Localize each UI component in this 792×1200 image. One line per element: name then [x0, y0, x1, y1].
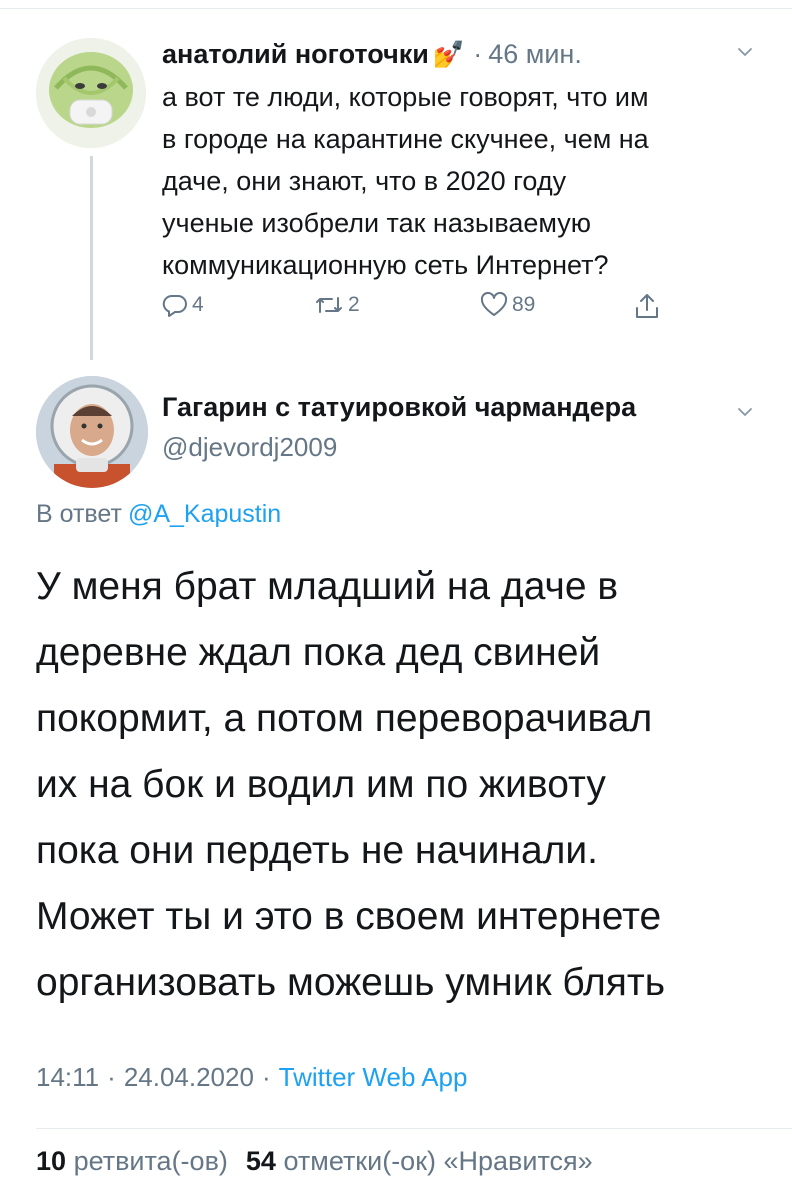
separator: · [107, 1062, 116, 1092]
author-handle[interactable]: @djevordj2009 [162, 432, 337, 463]
tweet-date: 24.04.2020 [123, 1062, 254, 1092]
reply-count: 4 [192, 293, 204, 316]
parent-tweet-text: а вот те люди, которые говорят, что им в… [162, 82, 649, 280]
likes-number: 54 [245, 1146, 276, 1176]
likes-stat[interactable]: 54 отметки(-ок) «Нравится» [246, 1146, 593, 1176]
chevron-down-icon[interactable] [737, 44, 753, 60]
retweet-count: 2 [348, 293, 360, 316]
author-name[interactable]: Гагарин с татуировкой чармандера [162, 392, 636, 423]
avatar[interactable] [36, 376, 148, 488]
parent-tweet-header: анатолий ноготочки 💅 · 46 мин. [162, 34, 582, 74]
share-button[interactable] [634, 292, 660, 320]
tweet-metadata: 14:11 · 24.04.2020 · Twitter Web App [36, 1062, 467, 1093]
like-count: 89 [512, 293, 536, 316]
likes-label: отметки(-ок) «Нравится» [283, 1146, 593, 1176]
like-icon [480, 292, 508, 318]
thread-line [90, 156, 93, 360]
divider [36, 1128, 792, 1129]
tweet-time: 14:11 [36, 1062, 100, 1092]
tweet-stats: 10 ретвита(-ов) 54 отметки(-ок) «Нравится… [36, 1146, 593, 1177]
like-button[interactable]: 89 [480, 292, 535, 318]
source-link[interactable]: Twitter Web App [279, 1062, 468, 1092]
retweets-number: 10 [36, 1146, 67, 1176]
reply-icon [162, 292, 188, 318]
avatar-cabbage-image [36, 38, 146, 148]
reply-context: В ответ @A_Kapustin [36, 500, 281, 529]
retweets-label: ретвита(-ов) [73, 1146, 228, 1176]
retweet-button[interactable]: 2 [314, 292, 360, 318]
separator: · [261, 1062, 271, 1092]
reply-mention-link[interactable]: @A_Kapustin [128, 500, 281, 528]
tweet-time-ago[interactable]: 46 мин. [488, 39, 582, 70]
reply-prefix: В ответ [36, 500, 122, 528]
separator: · [473, 38, 483, 69]
top-divider [0, 0, 792, 9]
retweet-icon [314, 292, 344, 318]
author-name[interactable]: анатолий ноготочки [162, 39, 429, 70]
retweets-stat[interactable]: 10 ретвита(-ов) [36, 1146, 228, 1176]
reply-button[interactable]: 4 [162, 292, 204, 318]
avatar-cosmonaut-image [36, 376, 148, 488]
share-icon [634, 292, 660, 320]
chevron-down-icon[interactable] [737, 404, 753, 420]
avatar[interactable] [36, 38, 146, 148]
main-tweet-text: У меня брат младший на даче в деревне жд… [36, 565, 666, 1004]
nail-polish-emoji: 💅 [432, 38, 466, 69]
